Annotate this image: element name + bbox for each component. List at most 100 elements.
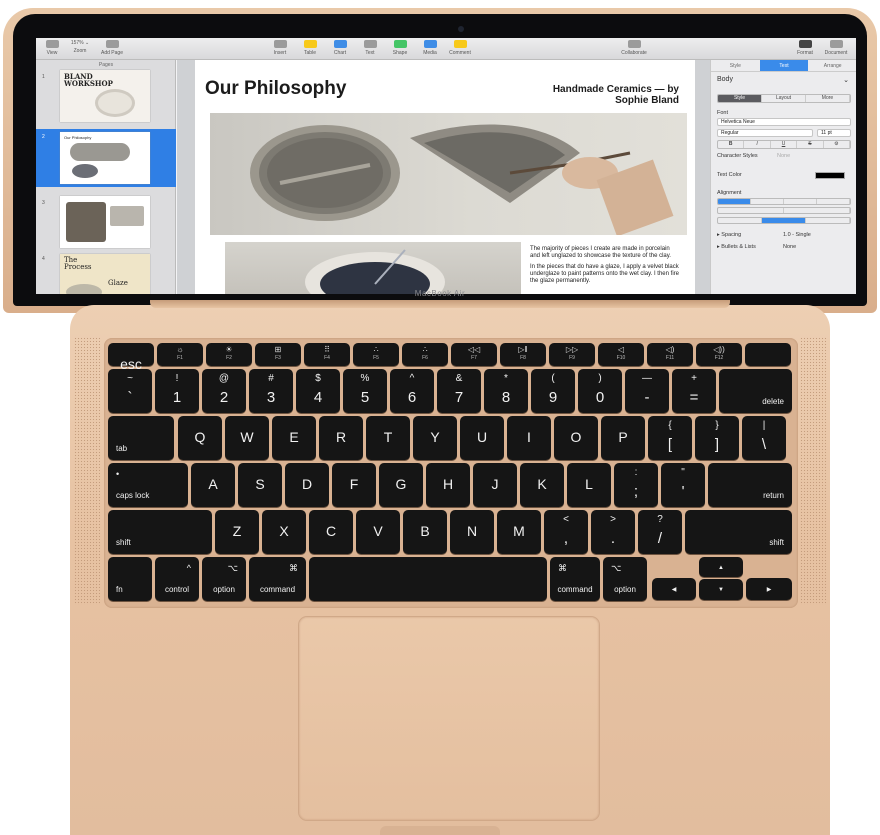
- key-m[interactable]: M: [497, 510, 541, 554]
- touch-id-key[interactable]: [745, 343, 791, 366]
- italic-button[interactable]: I: [744, 141, 771, 148]
- return-key[interactable]: return: [708, 463, 792, 507]
- key-a[interactable]: A: [191, 463, 235, 507]
- document-subtitle[interactable]: Handmade Ceramics — by Sophie Bland: [519, 84, 679, 106]
- page-thumbnail-2[interactable]: Our Philosophy: [60, 132, 150, 184]
- key-`[interactable]: ~ `: [108, 369, 152, 413]
- key-b[interactable]: B: [403, 510, 447, 554]
- key-s[interactable]: S: [238, 463, 282, 507]
- key-bracket-2[interactable]: | \: [742, 416, 786, 460]
- f1-key[interactable]: ☼ F1: [157, 343, 203, 366]
- toolbar-view-button[interactable]: View: [38, 40, 66, 56]
- toolbar-add-page-button[interactable]: Add Page: [98, 40, 126, 56]
- key-q[interactable]: Q: [178, 416, 222, 460]
- key-j[interactable]: J: [473, 463, 517, 507]
- key-0[interactable]: ) 0: [578, 369, 622, 413]
- key-x[interactable]: X: [262, 510, 306, 554]
- key-2[interactable]: @2: [202, 369, 246, 413]
- key-7[interactable]: & 7: [437, 369, 481, 413]
- f4-key[interactable]: ⠿ F4: [304, 343, 350, 366]
- f12-key[interactable]: ◁)) F12: [696, 343, 742, 366]
- page-thumbnail-1[interactable]: BLAND WORKSHOP: [60, 70, 150, 122]
- align-left-button[interactable]: [718, 199, 751, 204]
- document-title[interactable]: Our Philosophy: [205, 78, 346, 100]
- left-command-key[interactable]: ⌘ command: [249, 557, 306, 601]
- f9-key[interactable]: ▷▷ F9: [549, 343, 595, 366]
- key-bottom-punct-0[interactable]: <,: [544, 510, 588, 554]
- right-arrow-key[interactable]: ▶: [746, 578, 792, 600]
- key-t[interactable]: T: [366, 416, 410, 460]
- body-text[interactable]: The majority of pieces I create are made…: [530, 246, 680, 289]
- align-middle-button[interactable]: [762, 218, 806, 223]
- toolbar-media-button[interactable]: Media: [416, 40, 444, 56]
- toolbar-shape-button[interactable]: Shape: [386, 40, 414, 56]
- key-r[interactable]: R: [319, 416, 363, 460]
- key-4[interactable]: $4: [296, 369, 340, 413]
- strikethrough-button[interactable]: S: [797, 141, 824, 148]
- f8-key[interactable]: ▷‖ F8: [500, 343, 546, 366]
- key-bracket-1[interactable]: }]: [695, 416, 739, 460]
- align-center-button[interactable]: [751, 199, 784, 204]
- caps-lock-key[interactable]: • caps lock: [108, 463, 188, 507]
- f2-key[interactable]: ☀ F2: [206, 343, 252, 366]
- toolbar-format-button[interactable]: Format: [791, 40, 819, 56]
- key-bottom-punct-2[interactable]: ? /: [638, 510, 682, 554]
- key-5[interactable]: % 5: [343, 369, 387, 413]
- key-h[interactable]: H: [426, 463, 470, 507]
- subtab-style[interactable]: Style: [718, 95, 762, 102]
- align-justify-button[interactable]: [817, 199, 850, 204]
- right-shift-key[interactable]: shift: [685, 510, 792, 554]
- left-option-key[interactable]: ⌥ option: [202, 557, 246, 601]
- toolbar-table-button[interactable]: Table: [296, 40, 324, 56]
- indent-button[interactable]: [784, 208, 850, 213]
- toolbar-document-button[interactable]: Document: [822, 40, 850, 56]
- key-p[interactable]: P: [601, 416, 645, 460]
- align-right-button[interactable]: [784, 199, 817, 204]
- left-control-key[interactable]: ^ control: [155, 557, 199, 601]
- page-thumbnail-4[interactable]: The Process Glaze: [60, 254, 150, 294]
- key-bottom-punct-1[interactable]: >.: [591, 510, 635, 554]
- tab-text[interactable]: Text: [759, 60, 809, 71]
- f11-key[interactable]: ◁) F11: [647, 343, 693, 366]
- text-color-well[interactable]: [815, 172, 845, 179]
- subtab-more[interactable]: More: [806, 95, 850, 102]
- left-shift-key[interactable]: shift: [108, 510, 212, 554]
- key-=[interactable]: + =: [672, 369, 716, 413]
- key-d[interactable]: D: [285, 463, 329, 507]
- key--[interactable]: — -: [625, 369, 669, 413]
- page-thumbnail-3[interactable]: [60, 196, 150, 248]
- key-u[interactable]: U: [460, 416, 504, 460]
- trackpad[interactable]: [299, 617, 599, 820]
- key-bracket-0[interactable]: {[: [648, 416, 692, 460]
- key-i[interactable]: I: [507, 416, 551, 460]
- bowl-photo[interactable]: [225, 242, 521, 294]
- spacing-select[interactable]: 1.0 - Single: [783, 232, 811, 238]
- font-size-stepper[interactable]: 11 pt: [817, 129, 851, 137]
- key-6[interactable]: ^ 6: [390, 369, 434, 413]
- font-name-select[interactable]: Helvetica Neue: [717, 118, 851, 126]
- f7-key[interactable]: ◁◁ F7: [451, 343, 497, 366]
- key-c[interactable]: C: [309, 510, 353, 554]
- document-page[interactable]: Our Philosophy Handmade Ceramics — by So…: [195, 60, 695, 294]
- right-command-key[interactable]: ⌘ command: [550, 557, 600, 601]
- toolbar-text-button[interactable]: Text: [356, 40, 384, 56]
- f3-key[interactable]: ⊞ F3: [255, 343, 301, 366]
- outdent-button[interactable]: [718, 208, 784, 213]
- esc-key[interactable]: esc: [108, 343, 154, 372]
- up-arrow-key[interactable]: ▲: [699, 557, 743, 577]
- delete-key[interactable]: delete: [719, 369, 792, 413]
- key-z[interactable]: Z: [215, 510, 259, 554]
- key-9[interactable]: (9: [531, 369, 575, 413]
- key-1[interactable]: ! 1: [155, 369, 199, 413]
- bullets-row[interactable]: ▸ Bullets & Lists None: [717, 244, 851, 250]
- ceramics-photo[interactable]: [210, 113, 687, 235]
- align-bottom-button[interactable]: [806, 218, 850, 223]
- left-arrow-key[interactable]: ◀: [652, 578, 696, 600]
- key-k[interactable]: K: [520, 463, 564, 507]
- right-option-key[interactable]: ⌥ option: [603, 557, 647, 601]
- key-e[interactable]: E: [272, 416, 316, 460]
- down-arrow-key[interactable]: ▼: [699, 579, 743, 600]
- bold-button[interactable]: B: [718, 141, 745, 148]
- key-g[interactable]: G: [379, 463, 423, 507]
- key-8[interactable]: * 8: [484, 369, 528, 413]
